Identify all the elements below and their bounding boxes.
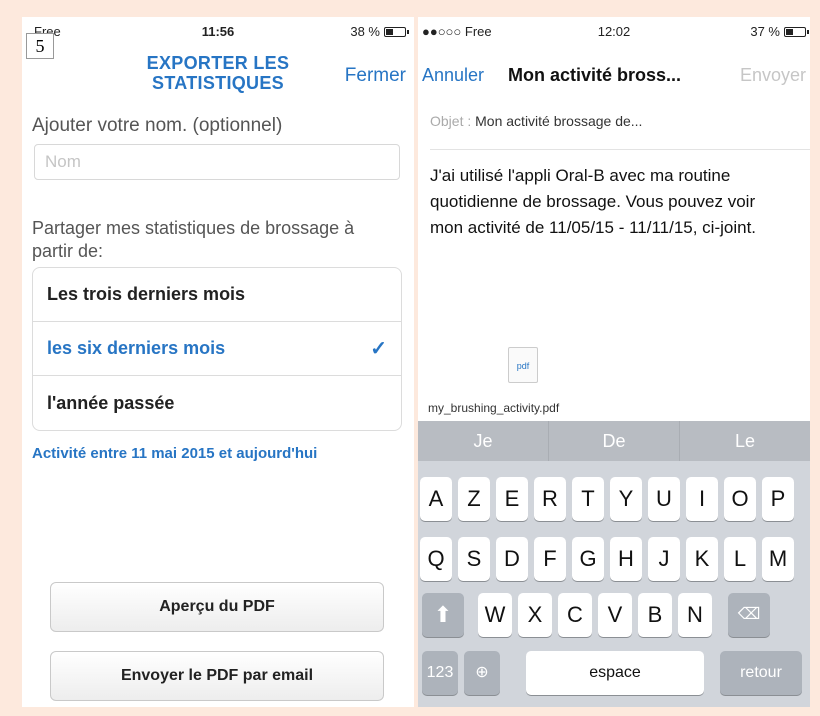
keyboard-row-4: 123 ⊕ espace retour bbox=[422, 651, 810, 695]
return-key[interactable]: retour bbox=[720, 651, 802, 695]
cancel-button[interactable]: Annuler bbox=[422, 65, 484, 86]
activity-range-text: Activité entre 11 mai 2015 et aujourd'hu… bbox=[32, 445, 318, 462]
key[interactable]: E bbox=[496, 477, 528, 521]
name-input[interactable] bbox=[34, 144, 400, 180]
period-option-label: les six derniers mois bbox=[47, 338, 226, 358]
key[interactable]: R bbox=[534, 477, 566, 521]
keyboard-row-3: ⬆ WXCVBN ⌫ bbox=[422, 593, 810, 637]
key[interactable]: Y bbox=[610, 477, 642, 521]
compose-title: Mon activité bross... bbox=[508, 65, 682, 85]
period-option-six-months[interactable]: les six derniers mois ✓ bbox=[33, 322, 401, 376]
compose-nav-bar: Annuler Mon activité bross... Envoyer bbox=[422, 65, 810, 91]
export-stats-screen: Free 11:56 38 % 5 EXPORTER LES STATISTIQ… bbox=[22, 17, 414, 707]
name-label: Ajouter votre nom. (optionnel) bbox=[32, 115, 283, 136]
key[interactable]: K bbox=[686, 537, 718, 581]
pdf-file-icon[interactable]: pdf bbox=[508, 347, 538, 383]
key[interactable]: C bbox=[558, 593, 592, 637]
key[interactable]: U bbox=[648, 477, 680, 521]
period-option-last-year[interactable]: l'année passée bbox=[33, 376, 401, 430]
period-option-label: l'année passée bbox=[47, 392, 175, 413]
page-title: EXPORTER LES STATISTIQUES bbox=[146, 53, 290, 93]
key[interactable]: N bbox=[678, 593, 712, 637]
share-period-label: Partager mes statistiques de brossage à … bbox=[32, 218, 355, 261]
close-button[interactable]: Fermer bbox=[345, 65, 406, 87]
backspace-key-icon[interactable]: ⌫ bbox=[728, 593, 770, 637]
space-key[interactable]: espace bbox=[526, 651, 704, 695]
mail-compose-screen: ●●○○○ Free 12:02 37 % Annuler Mon activi… bbox=[418, 17, 810, 707]
status-bar: Free 11:56 38 % bbox=[22, 17, 414, 45]
shift-key-icon[interactable]: ⬆ bbox=[422, 593, 464, 637]
period-option-three-months[interactable]: Les trois derniers mois bbox=[33, 268, 401, 322]
status-bar: ●●○○○ Free 12:02 37 % bbox=[418, 17, 810, 45]
globe-icon[interactable]: ⊕ bbox=[464, 651, 500, 695]
suggestion-item[interactable]: Le bbox=[680, 421, 810, 461]
key[interactable]: P bbox=[762, 477, 794, 521]
key[interactable]: Q bbox=[420, 537, 452, 581]
key[interactable]: D bbox=[496, 537, 528, 581]
key[interactable]: L bbox=[724, 537, 756, 581]
battery-percent: 37 % bbox=[750, 24, 780, 39]
key[interactable]: X bbox=[518, 593, 552, 637]
battery-icon bbox=[784, 26, 809, 37]
suggestion-bar: Je De Le bbox=[418, 421, 810, 461]
email-pdf-button[interactable]: Envoyer le PDF par email bbox=[50, 651, 384, 701]
key[interactable]: M bbox=[762, 537, 794, 581]
key[interactable]: A bbox=[420, 477, 452, 521]
keyboard: Je De Le AZERTYUIOP QSDFGHJKLM ⬆ WXCVBN … bbox=[418, 421, 810, 707]
key[interactable]: H bbox=[610, 537, 642, 581]
key[interactable]: V bbox=[598, 593, 632, 637]
key[interactable]: J bbox=[648, 537, 680, 581]
battery-indicator: 37 % bbox=[750, 24, 809, 39]
step-number-badge: 5 bbox=[26, 33, 54, 59]
key[interactable]: T bbox=[572, 477, 604, 521]
subject-label: Objet : bbox=[430, 113, 472, 129]
period-option-label: Les trois derniers mois bbox=[47, 284, 246, 304]
mail-body[interactable]: J'ai utilisé l'appli Oral-B avec ma rout… bbox=[430, 163, 790, 241]
key[interactable]: W bbox=[478, 593, 512, 637]
pdf-preview-button[interactable]: Aperçu du PDF bbox=[50, 582, 384, 632]
key[interactable]: G bbox=[572, 537, 604, 581]
battery-percent: 38 % bbox=[350, 24, 380, 39]
key[interactable]: Z bbox=[458, 477, 490, 521]
numbers-key[interactable]: 123 bbox=[422, 651, 458, 695]
period-options-list: Les trois derniers mois les six derniers… bbox=[32, 267, 402, 431]
key[interactable]: S bbox=[458, 537, 490, 581]
suggestion-item[interactable]: Je bbox=[418, 421, 549, 461]
attachment-filename: my_brushing_activity.pdf bbox=[428, 401, 560, 415]
keyboard-row-2: QSDFGHJKLM bbox=[420, 537, 810, 581]
battery-indicator: 38 % bbox=[350, 24, 409, 39]
subject-field[interactable]: Objet : Mon activité brossage de... bbox=[430, 113, 642, 129]
checkmark-icon: ✓ bbox=[370, 338, 387, 360]
send-button[interactable]: Envoyer bbox=[740, 65, 806, 86]
divider bbox=[430, 149, 810, 150]
key[interactable]: I bbox=[686, 477, 718, 521]
keyboard-row-1: AZERTYUIOP bbox=[420, 477, 810, 521]
battery-icon bbox=[384, 26, 409, 37]
key[interactable]: B bbox=[638, 593, 672, 637]
key[interactable]: O bbox=[724, 477, 756, 521]
suggestion-item[interactable]: De bbox=[549, 421, 680, 461]
key[interactable]: F bbox=[534, 537, 566, 581]
subject-value: Mon activité brossage de... bbox=[475, 113, 643, 129]
